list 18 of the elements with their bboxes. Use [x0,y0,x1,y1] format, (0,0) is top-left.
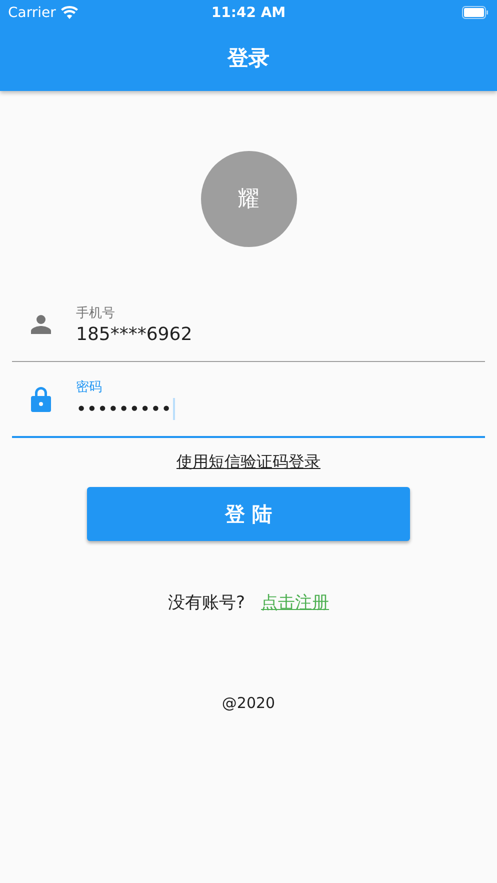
field-label: 手机号 [76,304,116,322]
field-value: ••••••••• [76,398,172,420]
password-field[interactable]: 密码 ••••••••• [12,362,485,438]
page-title: 登录 [228,45,270,72]
phone-field[interactable]: 手机号 185****6962 [12,287,485,362]
person-icon [31,314,51,334]
register-prompt: 没有账号? [168,592,246,614]
field-label: 密码 [76,379,103,396]
lock-icon [31,386,51,412]
field-value: 185****6962 [76,324,192,344]
wifi-icon [60,6,78,19]
battery-icon [462,6,489,19]
sms-login-link[interactable]: 使用短信验证码登录 [176,452,320,473]
avatar: 耀 [200,151,296,247]
text-cursor [172,398,175,420]
carrier-label: Carrier [8,4,56,20]
status-time: 11:42 AM [211,4,286,20]
copyright-text: @2020 [222,694,276,712]
